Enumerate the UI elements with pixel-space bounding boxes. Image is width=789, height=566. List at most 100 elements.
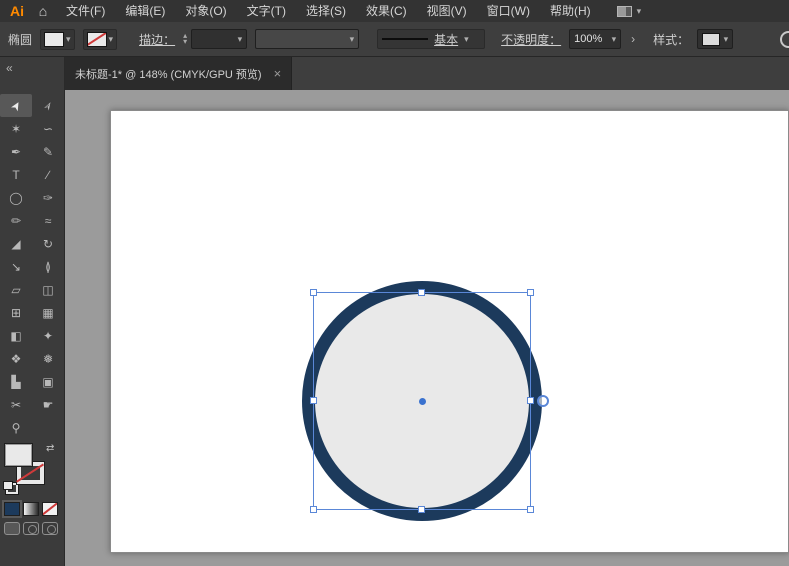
symbol-sprayer-icon: ❅ <box>42 351 54 366</box>
tab-bar: 未标题-1* @ 148% (CMYK/GPU 预览) × <box>65 57 789 90</box>
menu-effect[interactable]: 效果(C) <box>356 0 417 22</box>
stroke-weight-label[interactable]: 描边： <box>139 31 175 48</box>
eyedropper-tool[interactable]: ✦ <box>32 324 64 347</box>
none-button[interactable] <box>42 502 58 516</box>
tab-close-icon[interactable]: × <box>274 66 282 81</box>
shaper-tool[interactable]: ≈ <box>32 209 64 232</box>
free-transform-tool[interactable]: ▱ <box>0 278 32 301</box>
blend-tool[interactable]: ❖ <box>0 347 32 370</box>
gradient-icon: ◧ <box>10 328 22 343</box>
pen-tool[interactable]: ✒ <box>0 140 32 163</box>
mesh-tool[interactable]: ▦ <box>32 301 64 324</box>
slice-tool[interactable]: ✂ <box>0 393 32 416</box>
stroke-style-widget[interactable]: 基本 ▾ <box>377 29 486 49</box>
width-tool[interactable]: ≬ <box>32 255 64 278</box>
menu-view[interactable]: 视图(V) <box>417 0 477 22</box>
menu-type[interactable]: 文字(T) <box>237 0 296 22</box>
home-icon[interactable]: ⌂ <box>30 3 56 19</box>
toolbar-grid: ➤ ➢ ✶ ∽ ✒ ✎ T ∕ ◯ ✑ ✏ ≈ ◢ ↻ ↘ ≬ ▱ ◫ ⊞ ▦ ◧ ✦ ❖ ❅ ▙ ▣ ✂ ☛ ⚲ <box>0 94 64 439</box>
selection-tool[interactable]: ➤ <box>0 94 32 117</box>
lasso-tool[interactable]: ∽ <box>32 117 64 140</box>
menu-select[interactable]: 选择(S) <box>296 0 356 22</box>
canvas[interactable] <box>65 90 789 566</box>
menu-file[interactable]: 文件(F) <box>56 0 115 22</box>
basic-brush-label[interactable]: 基本 <box>434 31 458 48</box>
stroke-weight-stepper[interactable]: ▴ ▾ <box>183 32 187 46</box>
live-shape-widget[interactable] <box>537 395 549 407</box>
illustrator-logo[interactable]: Ai <box>4 3 30 19</box>
type-tool[interactable]: T <box>0 163 32 186</box>
opacity-panel-arrow-icon[interactable]: › <box>629 32 637 46</box>
direct-selection-tool[interactable]: ➢ <box>32 94 64 117</box>
stroke-style-preview <box>382 38 429 40</box>
gradient-tool[interactable]: ◧ <box>0 324 32 347</box>
pencil-tool[interactable]: ✏ <box>0 209 32 232</box>
chevron-down-icon: ▾ <box>108 33 114 44</box>
stroke-weight-select[interactable]: ▾ <box>191 29 248 49</box>
color-button[interactable] <box>4 502 20 516</box>
rotate-icon: ↻ <box>42 236 54 251</box>
toolbar-header: « <box>0 57 64 90</box>
workspace-icon <box>616 5 632 17</box>
control-bar: 椭圆 ▾ ▾ 描边： ▴ ▾ ▾ ▾ 基本 ▾ 不透明度： 100% ▾ › 样… <box>0 22 789 57</box>
document-tab[interactable]: 未标题-1* @ 148% (CMYK/GPU 预览) × <box>65 57 293 90</box>
selection-center-point[interactable] <box>419 398 426 405</box>
workspace-switcher[interactable]: ▾ <box>616 5 641 17</box>
artboard-tool[interactable]: ▣ <box>32 370 64 393</box>
curvature-tool[interactable]: ✎ <box>32 140 64 163</box>
menu-edit[interactable]: 编辑(E) <box>115 0 175 22</box>
selection-handle-top-right[interactable] <box>527 289 534 296</box>
draw-inside-button[interactable] <box>42 522 58 535</box>
line-segment-icon: ∕ <box>46 167 49 182</box>
selection-handle-bottom-middle[interactable] <box>418 506 425 513</box>
menu-help[interactable]: 帮助(H) <box>540 0 601 22</box>
eyedropper-icon: ✦ <box>42 328 54 343</box>
selection-handle-middle-left[interactable] <box>310 397 317 404</box>
paintbrush-tool[interactable]: ✑ <box>32 186 64 209</box>
selection-handle-middle-right[interactable] <box>527 397 534 404</box>
selection-handle-top-middle[interactable] <box>418 289 425 296</box>
stroke-color-dropdown[interactable]: ▾ <box>82 28 118 50</box>
shape-builder-tool[interactable]: ◫ <box>32 278 64 301</box>
stroke-profile-select[interactable]: ▾ <box>255 29 360 49</box>
hand-tool[interactable]: ☛ <box>32 393 64 416</box>
pen-icon: ✒ <box>10 144 22 159</box>
opacity-select[interactable]: 100% ▾ <box>569 29 622 49</box>
panel-cycle-icon[interactable] <box>780 31 789 48</box>
direct-selection-icon: ➢ <box>39 97 57 114</box>
swap-fill-stroke-icon[interactable]: ⇄ <box>46 443 54 454</box>
scale-tool[interactable]: ↘ <box>0 255 32 278</box>
draw-behind-button[interactable] <box>23 522 39 535</box>
menu-window[interactable]: 窗口(W) <box>477 0 540 22</box>
stroke-none-slash-icon <box>21 466 40 480</box>
chevron-down-icon: ▾ <box>723 33 729 44</box>
zoom-tool[interactable]: ⚲ <box>0 416 32 439</box>
default-fill-stroke-icon[interactable] <box>3 481 19 495</box>
line-segment-tool[interactable]: ∕ <box>32 163 64 186</box>
drawing-mode-row <box>0 516 64 535</box>
fill-color-proxy[interactable] <box>4 443 33 467</box>
ellipse-tool[interactable]: ◯ <box>0 186 32 209</box>
opacity-label[interactable]: 不透明度： <box>501 31 561 48</box>
blend-icon: ❖ <box>10 351 22 366</box>
menu-object[interactable]: 对象(O) <box>175 0 236 22</box>
stepper-down-icon[interactable]: ▾ <box>183 38 187 46</box>
toolbar-collapse-button[interactable]: « <box>6 61 13 75</box>
chevron-down-icon: ▾ <box>464 33 469 44</box>
eraser-tool[interactable]: ◢ <box>0 232 32 255</box>
fill-color-dropdown[interactable]: ▾ <box>40 28 75 50</box>
rotate-tool[interactable]: ↻ <box>32 232 64 255</box>
gradient-button[interactable] <box>23 502 39 516</box>
fill-swatch-icon <box>44 31 65 47</box>
selection-handle-bottom-right[interactable] <box>527 506 534 513</box>
symbol-sprayer-tool[interactable]: ❅ <box>32 347 64 370</box>
selection-handle-top-left[interactable] <box>310 289 317 296</box>
perspective-grid-tool[interactable]: ⊞ <box>0 301 32 324</box>
column-graph-tool[interactable]: ▙ <box>0 370 32 393</box>
selection-handle-bottom-left[interactable] <box>310 506 317 513</box>
draw-normal-button[interactable] <box>4 522 20 535</box>
chevron-down-icon: ▾ <box>237 33 243 44</box>
magic-wand-tool[interactable]: ✶ <box>0 117 32 140</box>
lasso-icon: ∽ <box>42 121 54 136</box>
graphic-style-select[interactable]: ▾ <box>697 29 734 49</box>
